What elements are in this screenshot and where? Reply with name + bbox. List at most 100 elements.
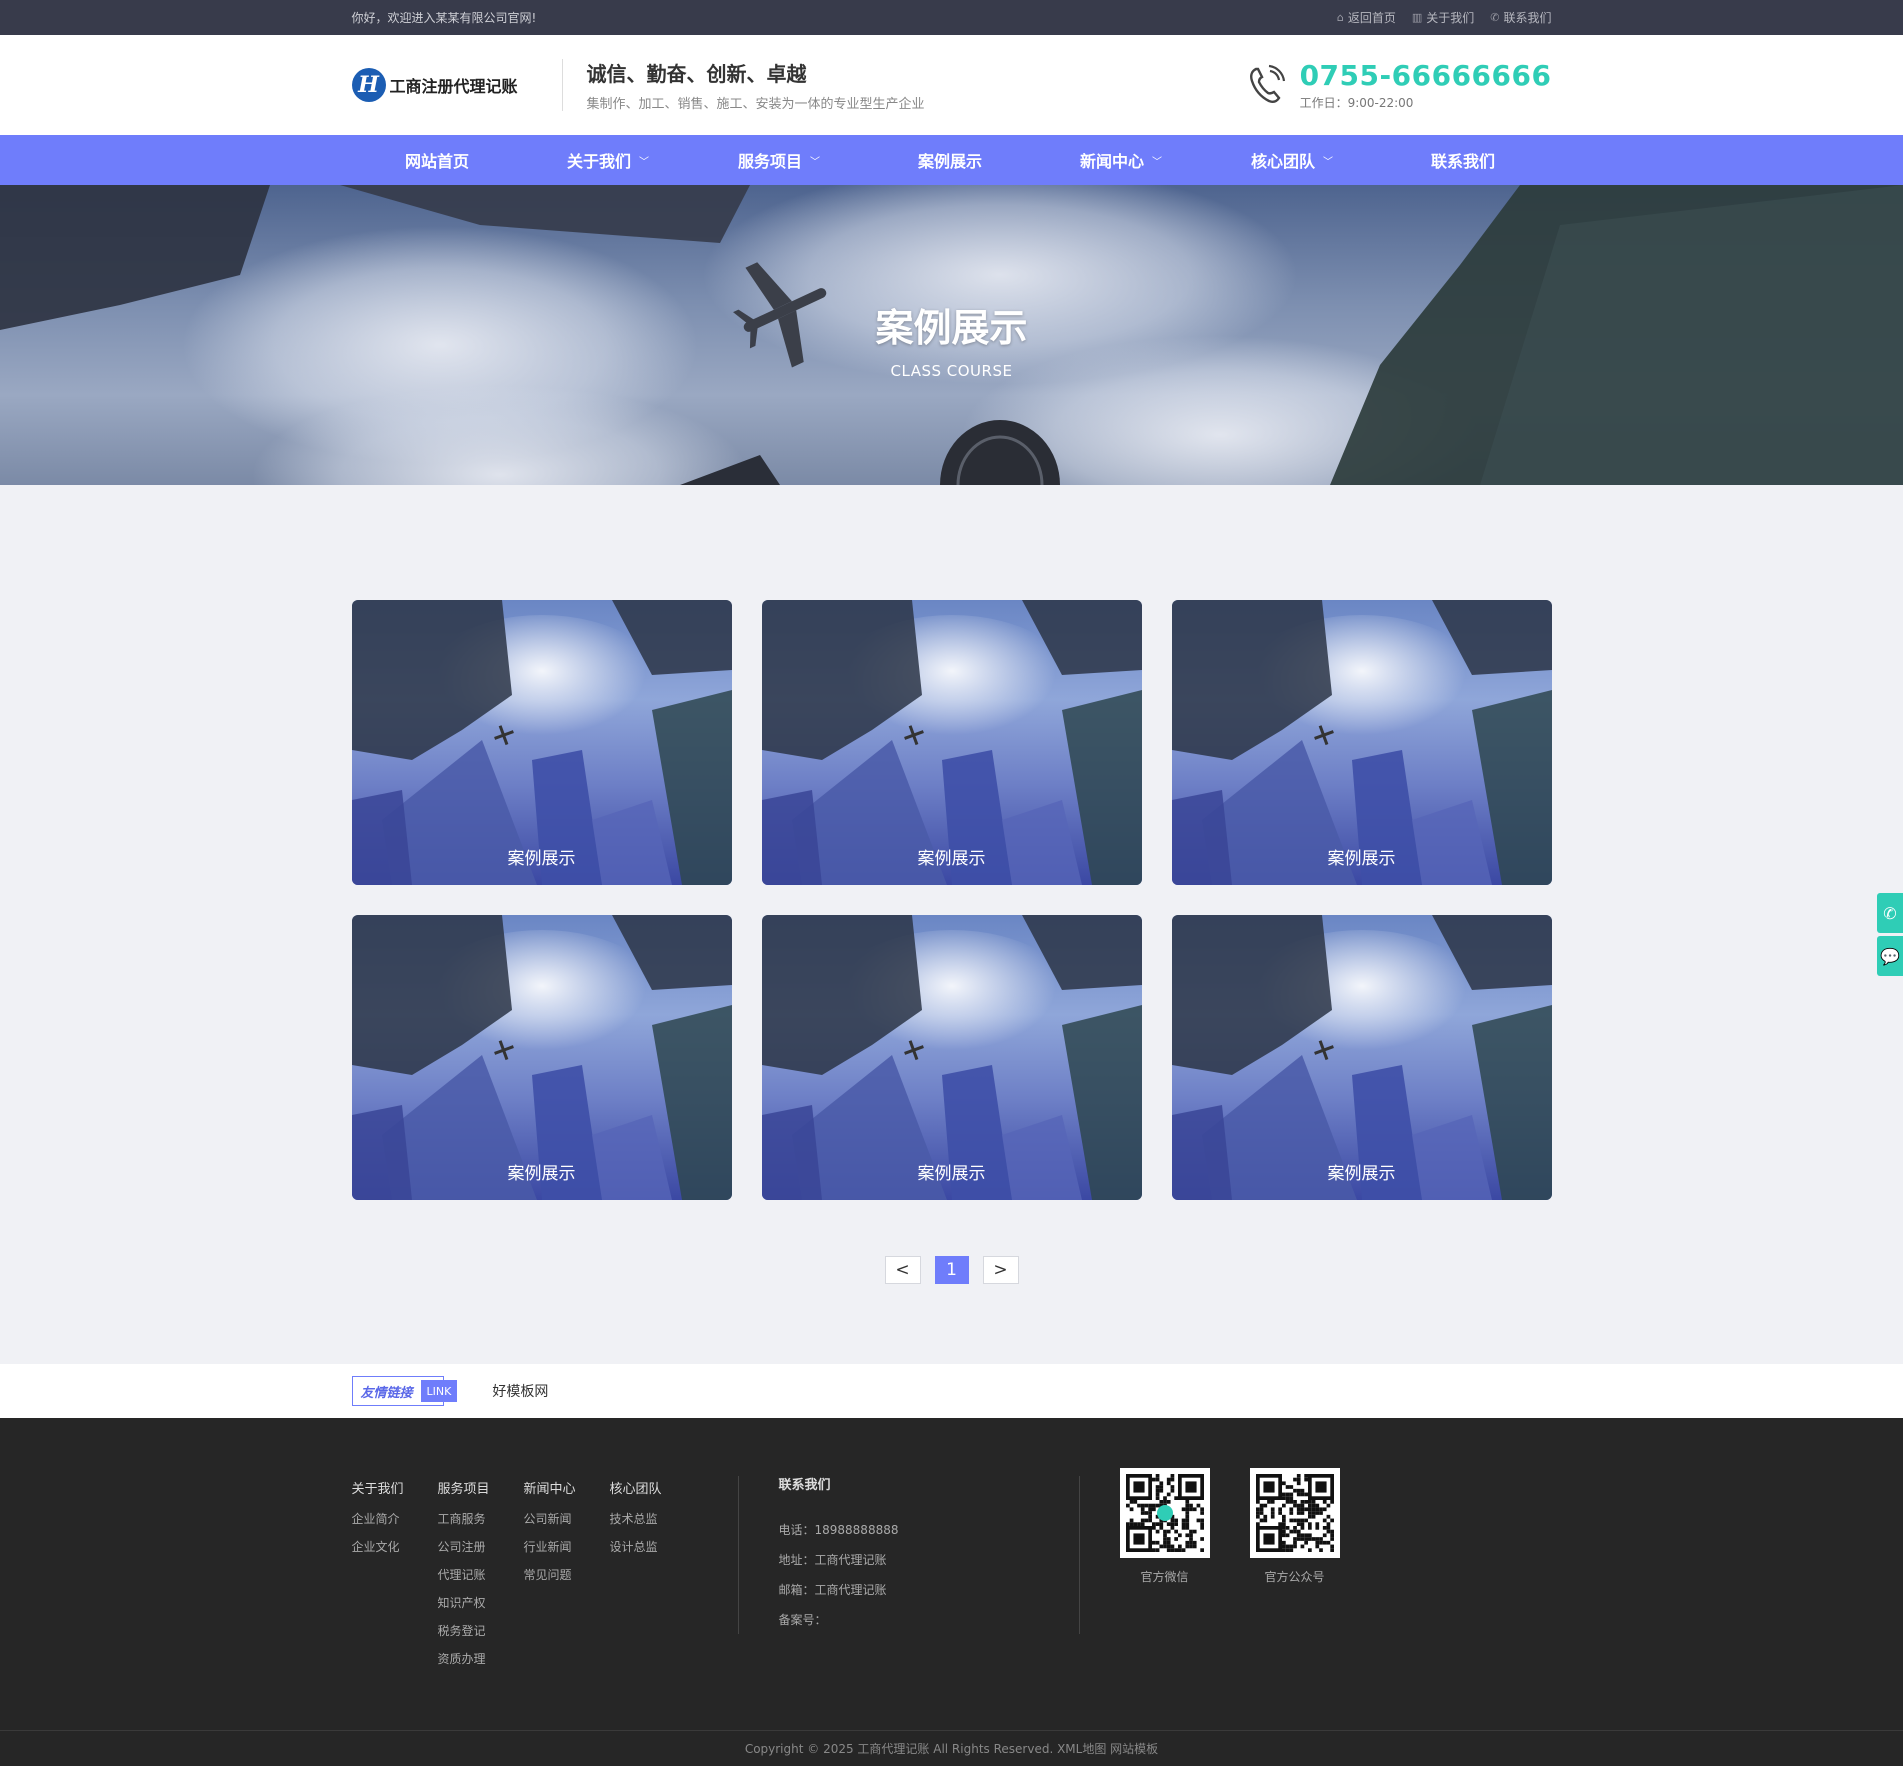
slogan: 诚信、勤奋、创新、卓越 集制作、加工、销售、施工、安装为一体的专业型生产企业: [561, 59, 925, 112]
phone-icon: ✆: [1883, 903, 1897, 923]
case-image: [1171, 915, 1552, 1200]
footer-contact: 联系我们 电话：18988888888 地址：工商代理记账 邮箱：工商代理记账 …: [779, 1478, 1079, 1673]
chevron-down-icon: ﹀: [810, 156, 820, 168]
footer-menu-link[interactable]: 工商服务: [438, 1505, 524, 1533]
main-nav: 网站首页 关于我们 ﹀ 服务项目 ﹀ 案例展示 新闻中心 ﹀ 核心团队 ﹀ 联系我们: [0, 135, 1903, 185]
footer-menu-title[interactable]: 新闻中心: [524, 1478, 610, 1497]
pagination: < 1 >: [352, 1256, 1552, 1284]
footer-menu-title[interactable]: 关于我们: [352, 1478, 438, 1497]
next-page-button[interactable]: >: [982, 1256, 1019, 1284]
nav-item-contact[interactable]: 联系我们: [1378, 135, 1549, 185]
case-card[interactable]: 案例展示: [1171, 600, 1552, 885]
case-card[interactable]: 案例展示: [761, 600, 1142, 885]
footer-menu-link[interactable]: 常见问题: [524, 1561, 610, 1589]
footer-menu-title[interactable]: 核心团队: [610, 1478, 696, 1497]
top-link-about[interactable]: ▥ 关于我们: [1412, 9, 1474, 26]
nav-item-about[interactable]: 关于我们 ﹀: [523, 135, 694, 185]
footer-menu-link[interactable]: 行业新闻: [524, 1533, 610, 1561]
top-link-label: 关于我们: [1426, 11, 1475, 25]
case-caption: 案例展示: [1327, 849, 1396, 869]
nav-label: 关于我们: [566, 152, 631, 171]
friend-link[interactable]: 好模板网: [492, 1381, 548, 1401]
nav-item-services[interactable]: 服务项目 ﹀: [694, 135, 865, 185]
float-phone-button[interactable]: ✆: [1877, 893, 1903, 933]
footer-menu-link[interactable]: 代理记账: [438, 1561, 524, 1589]
case-card[interactable]: 案例展示: [1171, 915, 1552, 1200]
nav-label: 核心团队: [1250, 152, 1315, 171]
case-image: [351, 600, 732, 885]
phone-icon: ✆: [1490, 11, 1500, 24]
logo-text: 工商注册代理记账: [389, 77, 518, 96]
footer-menu-link[interactable]: 税务登记: [438, 1617, 524, 1645]
site-header: H 工商注册代理记账 诚信、勤奋、创新、卓越 集制作、加工、销售、施工、安装为一…: [0, 35, 1903, 135]
nav-item-cases[interactable]: 案例展示: [865, 135, 1036, 185]
footer-menu-link[interactable]: 知识产权: [438, 1589, 524, 1617]
slogan-subtitle: 集制作、加工、销售、施工、安装为一体的专业型生产企业: [586, 97, 925, 112]
case-card[interactable]: 案例展示: [351, 915, 732, 1200]
qr-official-account: 官方公众号: [1249, 1468, 1340, 1673]
footer-menu-link[interactable]: 技术总监: [610, 1505, 696, 1533]
building-icon: ▥: [1411, 11, 1423, 24]
top-link-label: 返回首页: [1347, 11, 1396, 25]
top-links: ⌂ 返回首页 ▥ 关于我们 ✆ 联系我们: [1337, 9, 1552, 26]
contact-address: 地址：工商代理记账: [778, 1553, 887, 1567]
site-logo[interactable]: H 工商注册代理记账: [351, 68, 562, 102]
banner-subheading: CLASS COURSE: [890, 362, 1013, 380]
case-image: [351, 915, 732, 1200]
nav-item-news[interactable]: 新闻中心 ﹀: [1036, 135, 1207, 185]
nav-label: 新闻中心: [1079, 152, 1144, 171]
phone-call-icon: [1249, 64, 1285, 103]
top-link-contact[interactable]: ✆ 联系我们: [1490, 9, 1551, 26]
case-caption: 案例展示: [1327, 1164, 1396, 1184]
float-wechat-button[interactable]: 💬: [1877, 936, 1903, 976]
friend-links-label: 友情链接: [360, 1385, 413, 1401]
case-caption: 案例展示: [917, 849, 986, 869]
prev-page-button[interactable]: <: [884, 1256, 921, 1284]
chevron-down-icon: ﹀: [1323, 156, 1333, 168]
copyright: Copyright © 2025 工商代理记账 All Rights Reser…: [0, 1730, 1903, 1766]
current-page[interactable]: 1: [934, 1256, 969, 1284]
case-card[interactable]: 案例展示: [761, 915, 1142, 1200]
nav-item-team[interactable]: 核心团队 ﹀: [1207, 135, 1378, 185]
case-grid: 案例展示 案例展示 案例展示 案例展示 案例展示 案例展示: [351, 600, 1552, 1200]
chevron-down-icon: ﹀: [639, 156, 649, 168]
friend-links-badge: LINK: [420, 1380, 458, 1402]
footer-qrcodes: 官方微信 官方公众号: [1119, 1468, 1340, 1673]
footer-menu-link[interactable]: 企业文化: [352, 1533, 438, 1561]
home-icon: ⌂: [1336, 11, 1344, 24]
footer-menu-column: 核心团队技术总监 设计总监: [610, 1478, 696, 1673]
contact-icp: 备案号：: [778, 1613, 827, 1627]
contact-email: 邮箱：工商代理记账: [778, 1583, 887, 1597]
nav-item-home[interactable]: 网站首页: [352, 135, 523, 185]
nav-label: 网站首页: [404, 152, 469, 171]
qr-code-image: [1249, 1468, 1340, 1558]
qr-wechat: 官方微信: [1119, 1468, 1210, 1673]
banner-title: 案例展示 CLASS COURSE: [0, 297, 1903, 380]
footer-menu-title[interactable]: 服务项目: [438, 1478, 524, 1497]
footer-menu-column: 新闻中心公司新闻 行业新闻 常见问题: [524, 1478, 610, 1673]
slogan-title: 诚信、勤奋、创新、卓越: [586, 62, 807, 86]
case-image: [1171, 600, 1552, 885]
footer-divider: [737, 1476, 739, 1634]
phone-number: 0755-66666666: [1299, 59, 1552, 92]
footer-menu: 关于我们 企业简介 企业文化 服务项目 工商服务 公司注册 代理记账 知识产权 税务登记 资质办理…: [352, 1478, 696, 1673]
nav-label: 案例展示: [917, 152, 982, 171]
footer-menu-link[interactable]: 资质办理: [438, 1645, 524, 1673]
page-banner: 案例展示 CLASS COURSE: [0, 185, 1903, 485]
footer-menu-column: 关于我们企业简介 企业文化: [352, 1478, 438, 1673]
footer-menu-link[interactable]: 公司注册: [438, 1533, 524, 1561]
qr-code-image: [1119, 1468, 1210, 1558]
case-caption: 案例展示: [507, 849, 576, 869]
case-caption: 案例展示: [507, 1164, 576, 1184]
footer-menu-link[interactable]: 公司新闻: [524, 1505, 610, 1533]
nav-label: 服务项目: [737, 152, 802, 171]
footer-menu-link[interactable]: 设计总监: [610, 1533, 696, 1561]
footer-menu-link[interactable]: 企业简介: [352, 1505, 438, 1533]
footer-menu-column: 服务项目工商服务 公司注册 代理记账 知识产权 税务登记 资质办理: [438, 1478, 524, 1673]
top-link-home[interactable]: ⌂ 返回首页: [1337, 9, 1396, 26]
top-bar: 你好，欢迎进入某某有限公司官网! ⌂ 返回首页 ▥ 关于我们 ✆ 联系我们: [0, 0, 1903, 35]
header-phone: 0755-66666666 工作日：9:00-22:00: [1246, 59, 1552, 111]
case-card[interactable]: 案例展示: [351, 600, 732, 885]
case-image: [761, 600, 1142, 885]
top-link-label: 联系我们: [1503, 11, 1552, 25]
